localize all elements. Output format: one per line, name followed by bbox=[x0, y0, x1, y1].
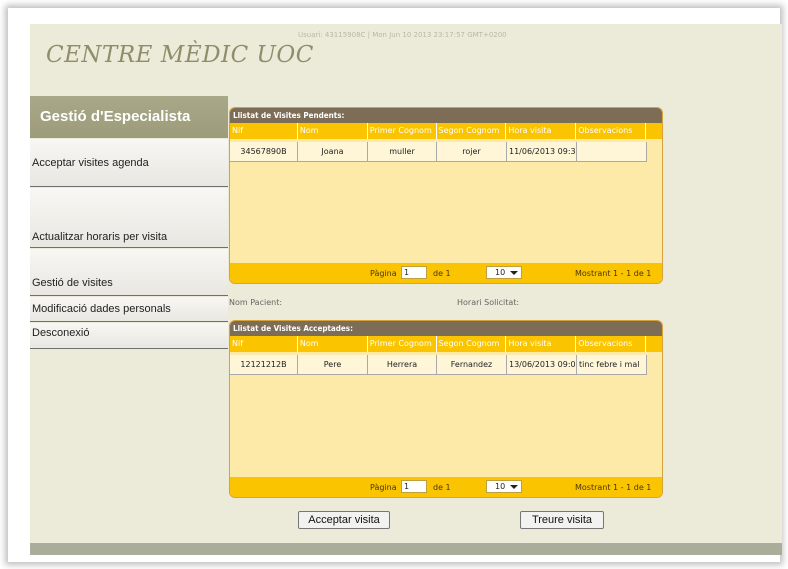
sidebar-item-label: Actualitzar horaris per visita bbox=[32, 230, 168, 243]
patient-name-label: Nom Pacient: bbox=[229, 298, 283, 307]
session-info: Usuari: 43115908C | Mon Jun 10 2013 23:1… bbox=[298, 31, 507, 39]
table-row[interactable]: 34567890B Joana muller rojer 11/06/2013 … bbox=[230, 142, 662, 162]
page-size-value: 10 bbox=[495, 482, 506, 491]
sidebar-item-desconexio[interactable]: Desconexió bbox=[30, 323, 228, 349]
column-header-primer-cognom[interactable]: Primer Cognom bbox=[368, 336, 437, 352]
pager-page-input[interactable]: 1 bbox=[401, 266, 427, 279]
sidebar-item-label: Modificació dades personals bbox=[32, 303, 171, 315]
column-header-spacer bbox=[646, 336, 662, 352]
cell-hora-visita: 13/06/2013 09:0 bbox=[507, 355, 577, 375]
column-header-observacions[interactable]: Observacions bbox=[576, 123, 647, 139]
chevron-down-icon bbox=[510, 271, 518, 275]
pager-page-input[interactable]: 1 bbox=[401, 480, 427, 493]
sidebar-item-label: Desconexió bbox=[32, 326, 90, 339]
cell-nif: 34567890B bbox=[230, 142, 298, 162]
pager-of-label: de 1 bbox=[433, 269, 451, 278]
sidebar-title: Gestió d'Especialista bbox=[30, 96, 228, 138]
brand-title: CENTRE MÈDIC UOC bbox=[46, 42, 314, 68]
sidebar-item-modificacio-dades[interactable]: Modificació dades personals bbox=[30, 297, 228, 322]
cell-hora-visita: 11/06/2013 09:3 bbox=[507, 142, 577, 162]
cell-nif: 12121212B bbox=[230, 355, 298, 375]
sidebar-item-acceptar-visites[interactable]: Acceptar visites agenda bbox=[30, 139, 228, 187]
pager: Pàgina 1 de 1 10 Mostrant 1 - 1 de 1 bbox=[230, 263, 662, 283]
cell-nom: Pere bbox=[298, 355, 368, 375]
pager-summary: Mostrant 1 - 1 de 1 bbox=[575, 269, 652, 278]
cell-segon-cognom: Fernandez bbox=[437, 355, 507, 375]
cell-nom: Joana bbox=[298, 142, 368, 162]
pager-page-label: Pàgina bbox=[370, 483, 397, 492]
column-header-nif[interactable]: Nif bbox=[230, 123, 298, 139]
remove-visit-button[interactable]: Treure visita bbox=[520, 511, 604, 529]
sidebar-item-actualitzar-horaris[interactable]: Actualitzar horaris per visita bbox=[30, 188, 228, 248]
column-header-nom[interactable]: Nom bbox=[298, 123, 368, 139]
page-size-select[interactable]: 10 bbox=[486, 480, 522, 493]
sidebar-item-label: Gestió de visites bbox=[32, 277, 113, 289]
column-header-primer-cognom[interactable]: Primer Cognom bbox=[368, 123, 437, 139]
column-header-hora-visita[interactable]: Hora visita bbox=[506, 123, 577, 139]
grid-title: Llistat de Visites Pendents: bbox=[230, 108, 662, 123]
column-header-segon-cognom[interactable]: Segon Cognom bbox=[437, 123, 507, 139]
cell-primer-cognom: muller bbox=[368, 142, 437, 162]
cell-segon-cognom: rojer bbox=[437, 142, 507, 162]
pager-summary: Mostrant 1 - 1 de 1 bbox=[575, 483, 652, 492]
footer-bar bbox=[30, 543, 782, 555]
pager: Pàgina 1 de 1 10 Mostrant 1 - 1 de 1 bbox=[230, 477, 662, 497]
page-size-select[interactable]: 10 bbox=[486, 266, 522, 279]
grid-title: Llistat de Visites Acceptades: bbox=[230, 321, 662, 336]
accept-visit-button[interactable]: Acceptar visita bbox=[298, 511, 390, 529]
accepted-visits-grid: Llistat de Visites Acceptades: Nif Nom P… bbox=[229, 320, 663, 498]
pending-visits-grid: Llistat de Visites Pendents: Nif Nom Pri… bbox=[229, 107, 663, 284]
sidebar-item-label: Acceptar visites agenda bbox=[32, 156, 149, 169]
requested-slot-label: Horari Solicitat: bbox=[457, 298, 520, 307]
column-header-nif[interactable]: Nif bbox=[230, 336, 298, 352]
pager-page-label: Pàgina bbox=[370, 269, 397, 278]
grid-header: Nif Nom Primer Cognom Segon Cognom Hora … bbox=[230, 123, 662, 139]
table-row[interactable]: 12121212B Pere Herrera Fernandez 13/06/2… bbox=[230, 355, 662, 375]
page-size-value: 10 bbox=[495, 268, 506, 277]
sidebar-item-gestio-visites[interactable]: Gestió de visites bbox=[30, 249, 228, 296]
cell-observacions bbox=[577, 142, 647, 162]
column-header-hora-visita[interactable]: Hora visita bbox=[506, 336, 577, 352]
grid-header: Nif Nom Primer Cognom Segon Cognom Hora … bbox=[230, 336, 662, 352]
pager-of-label: de 1 bbox=[433, 483, 451, 492]
cell-primer-cognom: Herrera bbox=[368, 355, 437, 375]
column-header-nom[interactable]: Nom bbox=[298, 336, 368, 352]
column-header-segon-cognom[interactable]: Segon Cognom bbox=[437, 336, 507, 352]
cell-observacions: tinc febre i mal bbox=[577, 355, 647, 375]
column-header-observacions[interactable]: Observacions bbox=[576, 336, 647, 352]
column-header-spacer bbox=[646, 123, 662, 139]
chevron-down-icon bbox=[510, 485, 518, 489]
